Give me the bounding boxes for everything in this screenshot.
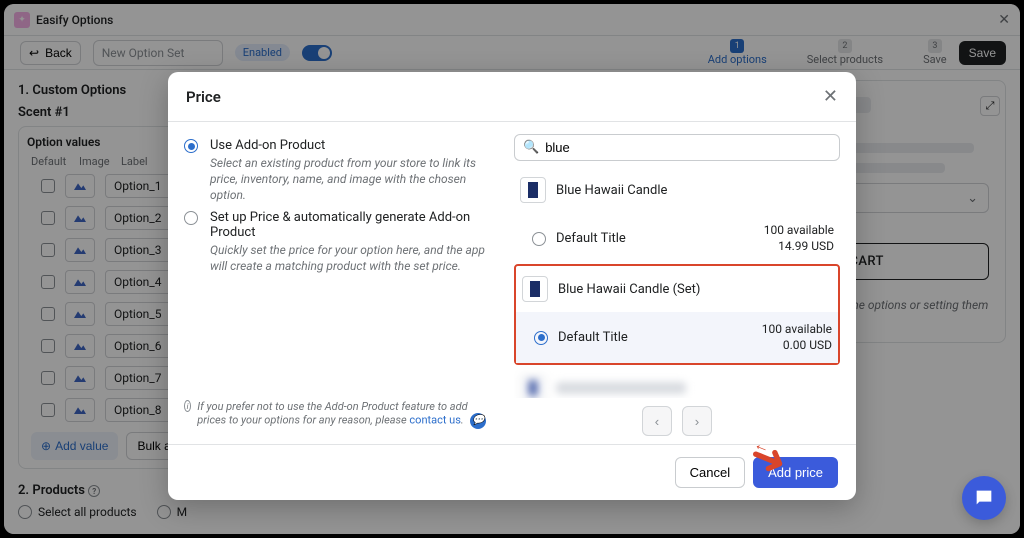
search-field[interactable] [545,140,831,155]
footnote-text: If you prefer not to use the Add-on Prod… [197,400,492,429]
variant-row[interactable]: Default Title 100 available14.99 USD [514,213,840,264]
radio-icon [532,232,546,246]
chat-fab-button[interactable] [962,476,1006,520]
radio-icon [534,331,548,345]
price-modal: Price ✕ Use Add-on ProductSelect an exis… [168,72,856,500]
product-thumbnail [522,276,548,302]
product-name: Blue Hawaii Candle [556,183,667,198]
product-row[interactable]: Blue Hawaii Candle (Set) [516,266,838,312]
chat-bubble-icon[interactable]: 💬 [470,413,486,429]
setup-price-radio[interactable]: Set up Price & automatically generate Ad… [184,210,492,274]
info-icon: i [184,400,191,412]
radio-icon [184,211,198,225]
product-thumbnail [520,177,546,203]
contact-us-link[interactable]: contact us [409,413,461,426]
variant-row-selected[interactable]: Default Title 100 available0.00 USD [516,312,838,363]
product-row[interactable]: Blue Hawaii Candle [514,167,840,213]
product-row-blurred [514,365,840,398]
variant-title: Default Title [556,231,626,246]
pager-next-button[interactable]: › [682,406,712,436]
search-icon: 🔍 [523,140,539,155]
product-name: Blue Hawaii Candle (Set) [558,282,700,297]
variant-title: Default Title [558,330,628,345]
product-search-input[interactable]: 🔍 [514,134,840,161]
cancel-button[interactable]: Cancel [675,457,745,488]
radio-icon [184,139,198,153]
modal-close-button[interactable]: ✕ [823,86,838,107]
pager-prev-button[interactable]: ‹ [642,406,672,436]
use-addon-product-radio[interactable]: Use Add-on ProductSelect an existing pro… [184,138,492,204]
modal-title: Price [186,88,221,106]
